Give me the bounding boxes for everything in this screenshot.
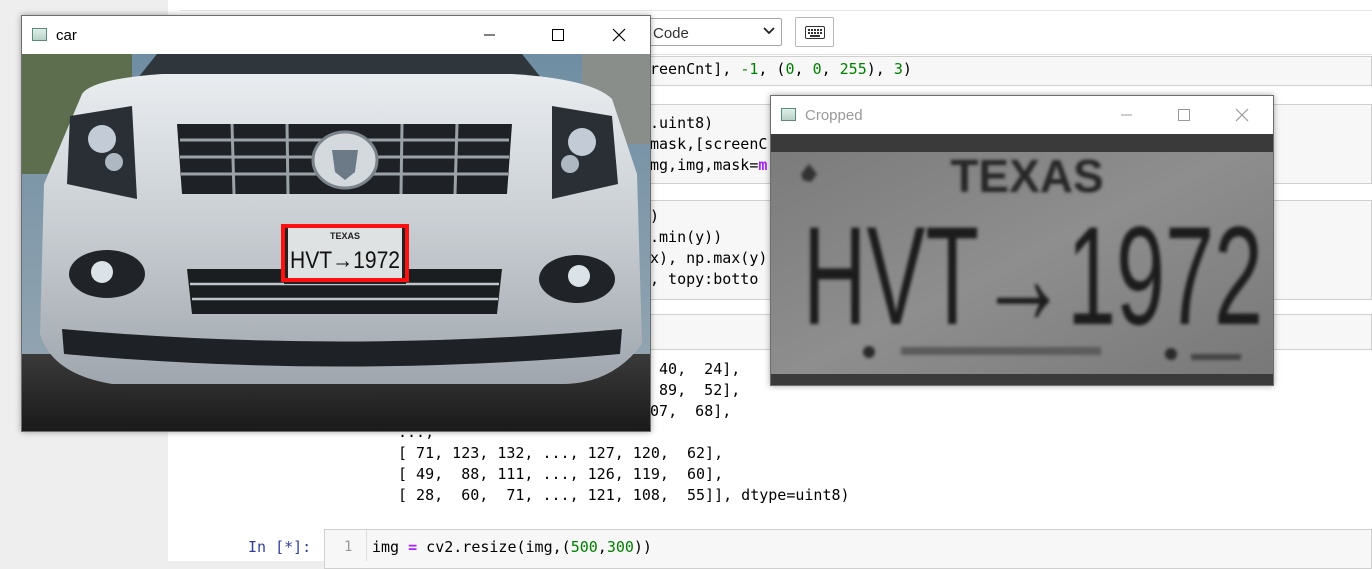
minimize-icon	[1121, 114, 1132, 116]
code-line: .min(y))	[650, 228, 723, 246]
minimize-button[interactable]	[466, 16, 512, 54]
cropped-window[interactable]: Cropped TEXAS HVT→1972	[770, 95, 1274, 386]
cell-type-value: Code	[653, 25, 689, 42]
output-line: [ 28, 60, 71, ..., 121, 108, 55]], dtype…	[398, 486, 850, 504]
code-line: x), np.max(y)	[650, 249, 768, 267]
window-title: car	[56, 27, 77, 44]
output-line: 40, 24],	[650, 360, 741, 378]
chevron-down-icon	[763, 24, 775, 39]
maximize-icon	[1178, 109, 1190, 121]
minimize-button[interactable]	[1103, 96, 1149, 134]
command-palette-button[interactable]	[795, 17, 834, 47]
output-line: 107, 68],	[641, 402, 732, 420]
car-window[interactable]: car TEXAS HVT→1972	[21, 15, 651, 432]
code-line: .uint8)	[650, 114, 714, 132]
cell-prompt: In [*]:	[248, 538, 312, 556]
plate-number-text: HVT→1972	[290, 247, 400, 274]
opencv-window-icon	[781, 108, 796, 121]
plate-number-text: HVT→1972	[803, 197, 1263, 354]
maximize-button[interactable]	[1161, 96, 1207, 134]
car-window-titlebar[interactable]: car	[22, 16, 650, 54]
output-line: 89, 52],	[650, 381, 741, 399]
close-icon	[612, 28, 626, 42]
code-line: img = cv2.resize(img,(500,300))	[372, 538, 652, 556]
toolbar-divider	[180, 10, 1372, 11]
code-line: )	[650, 207, 660, 225]
maximize-icon	[552, 29, 564, 41]
close-icon	[1235, 108, 1249, 122]
output-line: [ 49, 88, 111, ..., 126, 119, 60],	[398, 465, 724, 483]
opencv-window-icon	[32, 28, 47, 41]
close-button[interactable]	[596, 16, 642, 54]
cropped-plate-image: TEXAS HVT→1972	[771, 134, 1273, 385]
minimize-icon	[484, 34, 495, 36]
window-title: Cropped	[805, 107, 863, 124]
code-line: mg,img,mask=m	[650, 156, 768, 174]
code-line: reenCnt], -1, (0, 0, 255), 3)	[650, 60, 912, 78]
close-button[interactable]	[1219, 96, 1265, 134]
code-line: , topy:botto	[650, 270, 759, 288]
line-number: 1	[344, 539, 353, 555]
maximize-button[interactable]	[535, 16, 581, 54]
plate-state-text: TEXAS	[330, 231, 360, 241]
code-line: mask,[screenC	[650, 135, 768, 153]
plate-state-text: TEXAS	[950, 150, 1103, 202]
cell-type-select[interactable]: Code	[642, 18, 782, 46]
car-image: TEXAS HVT→1972	[22, 54, 650, 431]
output-line: [ 71, 123, 132, ..., 127, 120, 62],	[398, 444, 724, 462]
cropped-window-titlebar[interactable]: Cropped	[771, 96, 1273, 134]
gutter-divider	[366, 530, 367, 561]
keyboard-icon	[805, 26, 825, 39]
